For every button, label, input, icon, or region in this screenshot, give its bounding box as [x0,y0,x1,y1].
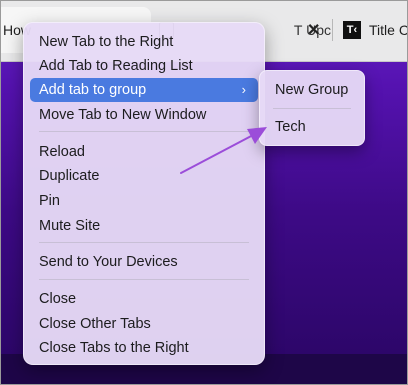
arrow-pointer-icon [180,127,267,174]
browser-window: How T Upc ✕ T‹ Title C New Tab to the Ri… [0,0,408,385]
